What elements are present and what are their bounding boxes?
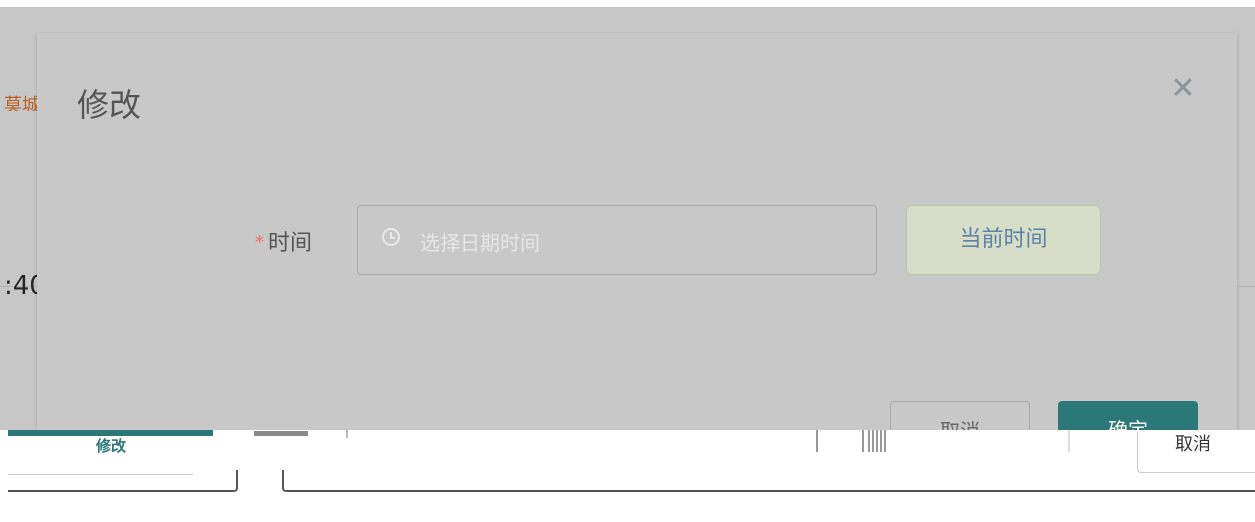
barcode-icon	[816, 430, 896, 455]
confirm-button[interactable]: 确定	[1058, 401, 1198, 430]
time-field-label: * 时间	[255, 225, 312, 257]
datetime-picker-input[interactable]: 选择日期时间	[357, 205, 877, 275]
divider	[1068, 430, 1070, 452]
required-mark: *	[255, 232, 264, 253]
dialog-title: 修改	[77, 86, 142, 124]
datetime-placeholder: 选择日期时间	[420, 231, 540, 255]
cancel-button[interactable]: 取消	[890, 401, 1030, 430]
clock-icon	[382, 228, 400, 246]
input-outline[interactable]	[8, 470, 238, 492]
divider	[346, 430, 348, 438]
time-label-text: 时间	[268, 231, 313, 256]
input-outline[interactable]	[282, 470, 1255, 492]
bottom-page-area: 修改 取消	[0, 430, 1255, 522]
bottom-right-text[interactable]: 取消	[1175, 430, 1211, 456]
edit-dialog: 修改 ✕ *时间 选择日期时间 当前时间 取消 确定	[37, 33, 1237, 430]
scroll-thumb[interactable]	[254, 431, 308, 436]
close-icon[interactable]: ✕	[1167, 73, 1199, 105]
current-time-button[interactable]: 当前时间	[906, 205, 1101, 275]
